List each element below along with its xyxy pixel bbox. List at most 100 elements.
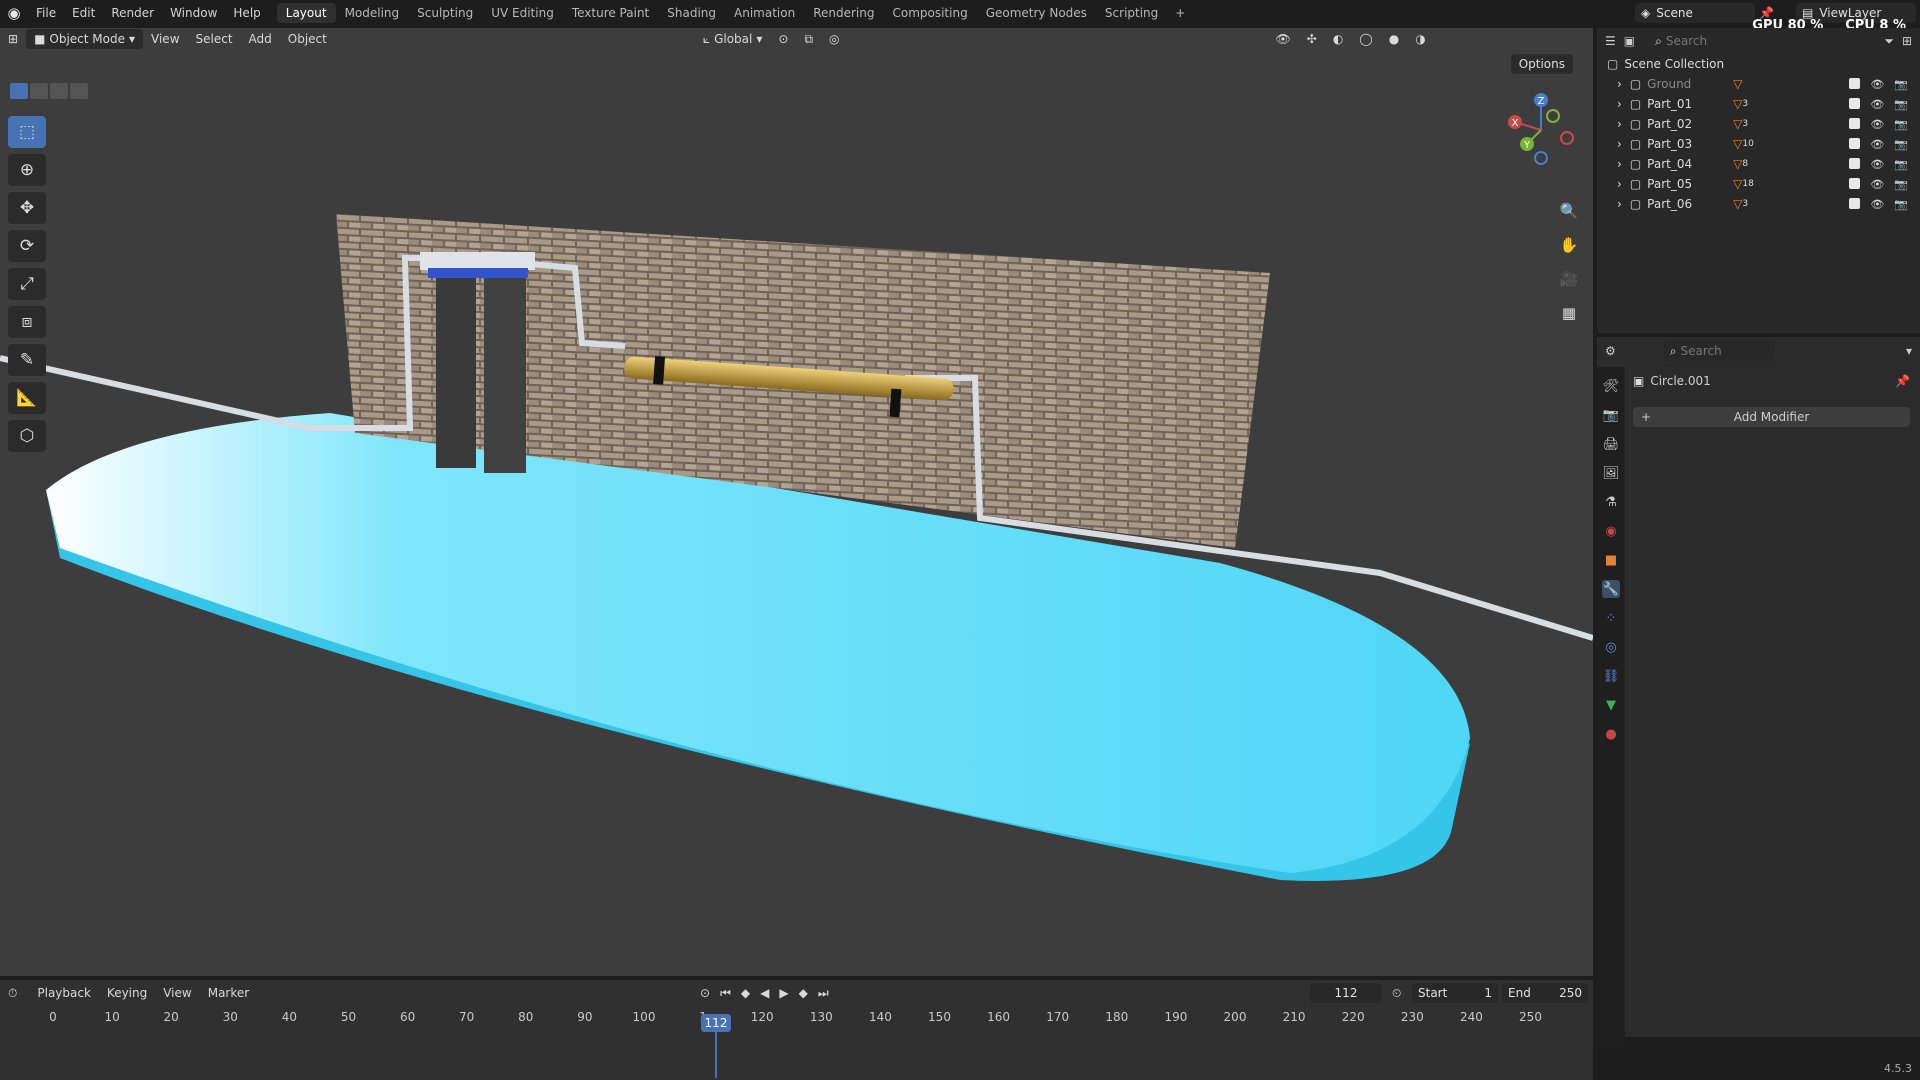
3d-viewport[interactable]: ⊞ ■ Object Mode ▾ View Select Add Object ⟀ Glo… bbox=[0, 28, 1593, 976]
neg-z-icon[interactable] bbox=[1534, 151, 1548, 165]
outliner-item-part_04[interactable]: › ▢ Part_04 ▽ 8 👁 📷 bbox=[1597, 154, 1920, 174]
ortho-toggle-button[interactable]: ▦ bbox=[1555, 300, 1583, 326]
exclude-checkbox[interactable] bbox=[1849, 197, 1861, 209]
expand-arrow-icon[interactable]: › bbox=[1617, 177, 1622, 191]
eye-icon[interactable]: 👁 bbox=[1870, 78, 1884, 91]
tab-render[interactable]: 📷 bbox=[1602, 406, 1620, 424]
neg-x-icon[interactable] bbox=[1560, 131, 1574, 145]
tab-output[interactable]: 🖨 bbox=[1602, 435, 1620, 453]
outliner-item-part_02[interactable]: › ▢ Part_02 ▽ 3 👁 📷 bbox=[1597, 114, 1920, 134]
expand-arrow-icon[interactable]: › bbox=[1617, 197, 1622, 211]
tab-rendering[interactable]: Rendering bbox=[804, 3, 883, 23]
expand-arrow-icon[interactable]: › bbox=[1617, 117, 1622, 131]
eye-icon[interactable]: 👁 bbox=[1870, 118, 1884, 131]
tool-cursor[interactable]: ⊕ bbox=[8, 154, 46, 186]
gizmo-toggle[interactable]: ✣ bbox=[1299, 29, 1325, 49]
camera-icon[interactable]: 📷 bbox=[1894, 178, 1908, 191]
viewport-menu-object[interactable]: Object bbox=[280, 29, 335, 49]
eye-icon[interactable]: 👁 bbox=[1870, 98, 1884, 111]
snap-toggle[interactable]: ⧉ bbox=[796, 29, 821, 49]
add-modifier-button[interactable]: + Add Modifier bbox=[1633, 407, 1910, 427]
eye-icon[interactable]: 👁 bbox=[1870, 138, 1884, 151]
tab-physics[interactable]: ◎ bbox=[1602, 638, 1620, 656]
exclude-checkbox[interactable] bbox=[1849, 77, 1861, 89]
tab-shading[interactable]: Shading bbox=[658, 3, 725, 23]
eye-icon[interactable]: 👁 bbox=[1870, 178, 1884, 191]
menu-edit[interactable]: Edit bbox=[64, 0, 103, 26]
eye-icon[interactable]: 👁 bbox=[1870, 198, 1884, 211]
eye-icon[interactable]: 👁 bbox=[1870, 158, 1884, 171]
camera-icon[interactable]: 📷 bbox=[1894, 118, 1908, 131]
transform-orientation[interactable]: ⟀ Global ▾ bbox=[695, 29, 771, 49]
editor-type-button[interactable]: ⊞ bbox=[0, 29, 26, 49]
timeline-menu-playback[interactable]: Playback bbox=[29, 983, 99, 1003]
add-workspace-button[interactable]: + bbox=[1167, 6, 1193, 20]
outliner-item-part_03[interactable]: › ▢ Part_03 ▽ 10 👁 📷 bbox=[1597, 134, 1920, 154]
properties-editor-icon[interactable]: ⚙ bbox=[1605, 344, 1616, 358]
end-frame-field[interactable]: End 250 bbox=[1502, 983, 1588, 1003]
outliner-editor-icon[interactable]: ☰ bbox=[1605, 34, 1616, 48]
camera-icon[interactable]: 📷 bbox=[1894, 198, 1908, 211]
prev-keyframe-icon[interactable]: ◆ bbox=[741, 986, 750, 1000]
playhead[interactable]: 112 bbox=[701, 1014, 731, 1032]
properties-search[interactable]: ⌕ Search bbox=[1663, 341, 1774, 361]
tool-transform[interactable]: ⧈ bbox=[8, 306, 46, 338]
start-frame-field[interactable]: Start 1 bbox=[1412, 983, 1498, 1003]
tab-layout[interactable]: Layout bbox=[276, 3, 336, 23]
viewport-menu-add[interactable]: Add bbox=[241, 29, 280, 49]
tab-constraints[interactable]: ⛓ bbox=[1602, 667, 1620, 685]
navigation-gizmo[interactable]: Z X Y bbox=[1501, 90, 1581, 170]
zoom-button[interactable]: 🔍 bbox=[1555, 198, 1583, 224]
options-button[interactable]: Options bbox=[1510, 54, 1573, 74]
tab-sculpting[interactable]: Sculpting bbox=[408, 3, 482, 23]
clock-icon[interactable]: ⏱ bbox=[8, 986, 17, 1001]
tool-select[interactable]: ⬚ bbox=[8, 116, 46, 148]
camera-icon[interactable]: 📷 bbox=[1894, 78, 1908, 91]
select-extend[interactable] bbox=[30, 83, 48, 99]
tab-particles[interactable]: ⁘ bbox=[1602, 609, 1620, 627]
shading-solid[interactable]: ● bbox=[1381, 29, 1407, 49]
viewport-menu-view[interactable]: View bbox=[143, 29, 187, 49]
tab-tool[interactable]: 🛠 bbox=[1602, 377, 1620, 395]
camera-icon[interactable]: 📷 bbox=[1894, 138, 1908, 151]
display-mode-icon[interactable]: ▣ bbox=[1624, 34, 1635, 48]
shading-material[interactable]: ◑ bbox=[1407, 29, 1433, 49]
expand-arrow-icon[interactable]: › bbox=[1617, 157, 1622, 171]
outliner-item-part_06[interactable]: › ▢ Part_06 ▽ 3 👁 📷 bbox=[1597, 194, 1920, 214]
timeline-menu-keying[interactable]: Keying bbox=[99, 983, 155, 1003]
expand-arrow-icon[interactable]: › bbox=[1617, 137, 1622, 151]
new-collection-icon[interactable]: ⊞ bbox=[1902, 34, 1912, 48]
record-icon[interactable]: ⊙ bbox=[700, 986, 710, 1000]
proportional-edit[interactable]: ◎ bbox=[821, 29, 847, 49]
expand-arrow-icon[interactable]: › bbox=[1617, 77, 1622, 91]
camera-view-button[interactable]: 🎥 bbox=[1555, 266, 1583, 292]
tool-move[interactable]: ✥ bbox=[8, 192, 46, 224]
tab-world[interactable]: ◉ bbox=[1602, 522, 1620, 540]
play-reverse-icon[interactable]: ◀ bbox=[760, 986, 769, 1000]
menu-render[interactable]: Render bbox=[103, 0, 162, 26]
exclude-checkbox[interactable] bbox=[1849, 97, 1861, 109]
camera-icon[interactable]: 📷 bbox=[1894, 98, 1908, 111]
play-icon[interactable]: ▶ bbox=[779, 986, 788, 1000]
tab-data[interactable]: ▼ bbox=[1602, 696, 1620, 714]
shading-wire[interactable]: ◯ bbox=[1351, 29, 1380, 49]
expand-arrow-icon[interactable]: › bbox=[1617, 97, 1622, 111]
next-keyframe-icon[interactable]: ◆ bbox=[799, 986, 808, 1000]
filter-icon[interactable]: ⏷ bbox=[1884, 34, 1894, 49]
tab-animation[interactable]: Animation bbox=[725, 3, 804, 23]
tab-modifiers[interactable]: 🔧 bbox=[1602, 580, 1620, 598]
tab-geometry-nodes[interactable]: Geometry Nodes bbox=[977, 3, 1096, 23]
select-subtract[interactable] bbox=[50, 83, 68, 99]
scene-collection-row[interactable]: ▢ Scene Collection bbox=[1597, 54, 1920, 74]
mode-selector[interactable]: ■ Object Mode ▾ bbox=[26, 29, 144, 49]
jump-start-icon[interactable]: ⏮ bbox=[720, 986, 731, 1001]
outliner-item-part_01[interactable]: › ▢ Part_01 ▽ 3 👁 📷 bbox=[1597, 94, 1920, 114]
frame-ruler[interactable]: 0102030405060708090100112013014015016017… bbox=[0, 1006, 1593, 1028]
pan-button[interactable]: ✋ bbox=[1555, 232, 1583, 258]
blender-logo-icon[interactable]: ◉ bbox=[0, 4, 28, 22]
tool-add-cube[interactable]: ⬡ bbox=[8, 420, 46, 452]
tab-scene[interactable]: ⚗ bbox=[1602, 493, 1620, 511]
outliner-item-part_05[interactable]: › ▢ Part_05 ▽ 18 👁 📷 bbox=[1597, 174, 1920, 194]
exclude-checkbox[interactable] bbox=[1849, 137, 1861, 149]
tab-texture-paint[interactable]: Texture Paint bbox=[563, 3, 658, 23]
